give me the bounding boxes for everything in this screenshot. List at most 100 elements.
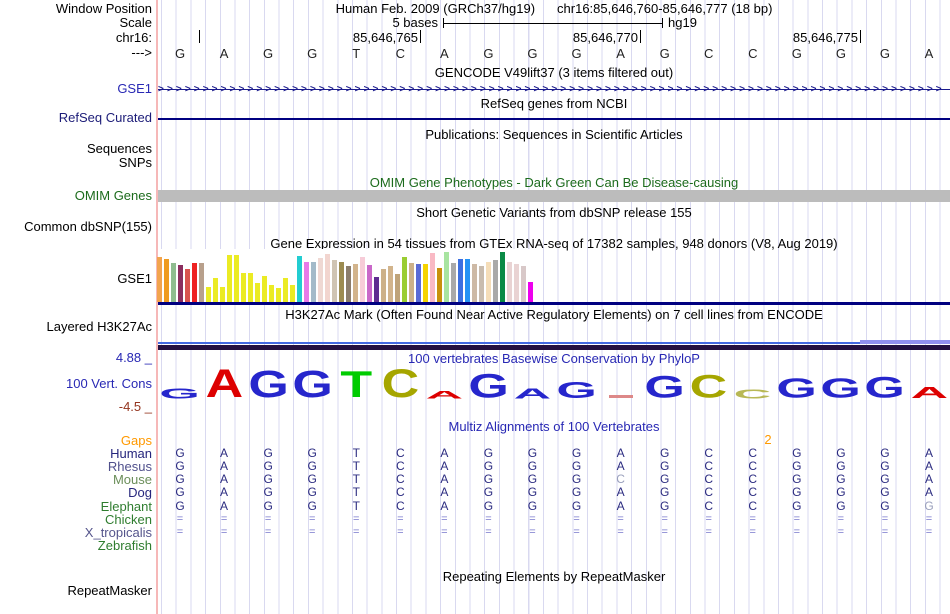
align-gap-glyph: =	[617, 512, 624, 525]
align-base: C	[616, 472, 625, 487]
gtex-tissue-bar	[367, 265, 372, 302]
logo-column	[599, 365, 643, 399]
align-base: G	[483, 472, 494, 487]
publications-snps-label[interactable]: SNPs	[119, 156, 152, 169]
align-gap-glyph: =	[573, 525, 580, 538]
gtex-tissue-bar	[374, 277, 379, 302]
species-label-zebrafish[interactable]: Zebrafish	[98, 539, 152, 552]
gtex-tissue-bar	[409, 263, 414, 302]
refseq-curated-label[interactable]: RefSeq Curated	[59, 111, 152, 124]
align-base: T	[352, 446, 360, 460]
align-base: G	[483, 498, 494, 513]
omim-gene-item[interactable]	[158, 190, 950, 202]
gtex-tissue-bar	[416, 264, 421, 302]
align-base: T	[352, 498, 360, 513]
logo-letter: G	[291, 363, 333, 406]
species-label-chicken[interactable]: Chicken	[105, 513, 152, 526]
align-base: G	[307, 446, 317, 460]
align-base: C	[704, 472, 714, 487]
species-label-mouse[interactable]: Mouse	[113, 473, 152, 486]
logo-column: G	[158, 365, 202, 400]
species-label-human[interactable]: Human	[110, 447, 152, 460]
sequence-base: G	[835, 46, 846, 61]
logo-column: T	[334, 365, 378, 404]
gtex-tissue-bar	[381, 269, 386, 302]
species-label-dog[interactable]: Dog	[128, 486, 152, 499]
ruler-tick	[640, 30, 641, 43]
logo-column: G	[246, 363, 290, 406]
chrom-label[interactable]: chr16:	[116, 31, 152, 44]
layered-h3k27ac-label[interactable]: Layered H3K27Ac	[46, 320, 152, 333]
strand-label[interactable]: --->	[131, 46, 152, 59]
omim-genes-label[interactable]: OMIM Genes	[75, 189, 152, 202]
align-base: C	[704, 459, 714, 474]
align-base: G	[483, 446, 494, 460]
logo-letter: G	[556, 377, 597, 404]
h3k27ac-signal-peak[interactable]	[860, 340, 950, 344]
gtex-tissue-bar	[234, 255, 239, 302]
scale-bar	[443, 18, 663, 28]
align-gap-glyph: =	[661, 525, 668, 538]
align-gap-glyph: =	[353, 525, 360, 538]
conservation-min-label: -4.5 _	[118, 399, 152, 414]
align-gap-glyph: =	[308, 512, 316, 525]
sequence-base: G	[307, 46, 318, 61]
align-gap-glyph: =	[264, 512, 272, 525]
align-base: G	[659, 485, 670, 500]
gtex-tissue-bar	[241, 273, 246, 302]
align-base: G	[527, 498, 538, 513]
logo-column: C	[731, 365, 775, 402]
align-base: G	[175, 459, 185, 474]
align-base: G	[307, 485, 317, 500]
h3k27ac-base-bar[interactable]	[158, 345, 950, 350]
gtex-tissue-bar	[157, 257, 162, 302]
repeatmasker-title: Repeating Elements by RepeatMasker	[442, 569, 666, 584]
logo-column: A	[202, 362, 246, 406]
align-gap-glyph: =	[176, 512, 184, 525]
sequence-base: G	[174, 46, 186, 61]
refseq-gene-item[interactable]	[158, 118, 950, 120]
window-position-value: Human Feb. 2009 (GRCh37/hg19) chr16:85,64…	[158, 2, 950, 15]
refseq-title: RefSeq genes from NCBI	[480, 96, 628, 111]
sequence-base: G	[791, 46, 802, 61]
align-base: G	[571, 472, 582, 487]
species-label-elephant[interactable]: Elephant	[101, 500, 152, 513]
gtex-expression-bars[interactable]	[157, 252, 537, 302]
multiz-title: Multiz Alignments of 100 Vertebrates	[448, 419, 660, 434]
gencode-gene-label[interactable]: GSE1	[117, 82, 152, 95]
logo-letter: G	[247, 363, 289, 406]
align-base: A	[220, 472, 229, 487]
conservation-track-label[interactable]: 100 Vert. Cons	[66, 377, 152, 390]
align-base: A	[925, 485, 934, 500]
align-base: C	[748, 446, 758, 460]
align-base: C	[704, 485, 714, 500]
gencode-gene-item[interactable]: >>>>>>>>>>>>>>>>>>>>>>>>>>>>>>>>>>>>>>>>…	[158, 83, 950, 96]
align-gap-glyph: =	[220, 525, 228, 538]
align-base: G	[527, 446, 538, 460]
species-label-rhesus[interactable]: Rhesus	[108, 460, 152, 473]
logo-dash	[608, 395, 633, 398]
logo-letter: C	[733, 386, 772, 402]
logo-letter: A	[205, 362, 243, 406]
align-base: G	[263, 485, 273, 500]
ruler-tick	[199, 30, 200, 43]
align-base: A	[616, 446, 625, 460]
common-dbsnp-label[interactable]: Common dbSNP(155)	[24, 220, 152, 233]
gtex-gene-label[interactable]: GSE1	[117, 272, 152, 285]
strand-arrows: >>>>>>>>>>>>>>>>>>>>>>>>>>>>>>>>>>>>>>>>…	[158, 84, 945, 95]
align-base: G	[836, 498, 846, 513]
repeatmasker-label[interactable]: RepeatMasker	[67, 584, 152, 597]
h3k27ac-signal-line[interactable]	[158, 342, 950, 344]
publications-sequences-label[interactable]: Sequences	[87, 142, 152, 155]
gtex-tissue-bar	[360, 257, 365, 302]
align-gap-glyph: =	[925, 525, 933, 538]
align-base: C	[395, 472, 405, 487]
logo-letter: A	[910, 384, 948, 402]
sequence-base: G	[659, 46, 670, 61]
gtex-tissue-bar	[528, 282, 533, 302]
assembly-text: Human Feb. 2009 (GRCh37/hg19)	[335, 1, 536, 16]
dbsnp-title: Short Genetic Variants from dbSNP releas…	[416, 205, 692, 220]
species-label-x_tropicalis[interactable]: X_tropicalis	[85, 526, 152, 539]
align-gap-glyph: =	[705, 512, 712, 525]
logo-column: G	[290, 363, 334, 406]
